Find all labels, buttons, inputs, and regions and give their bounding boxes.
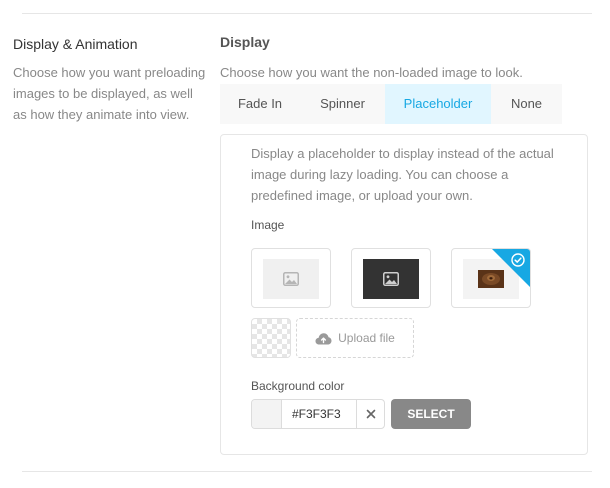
placeholder-option-custom[interactable] <box>451 248 531 308</box>
image-label: Image <box>251 218 285 232</box>
placeholder-description: Display a placeholder to display instead… <box>251 146 554 203</box>
image-icon <box>383 272 399 286</box>
check-icon <box>511 253 525 267</box>
close-icon <box>366 409 376 419</box>
tab-none[interactable]: None <box>491 84 562 124</box>
display-tabs: Fade In Spinner Placeholder None <box>220 84 562 124</box>
section-description: Choose how you want preloading images to… <box>13 65 206 122</box>
background-color-field: #F3F3F3 <box>251 399 385 429</box>
placeholder-option-light[interactable] <box>251 248 331 308</box>
display-description: Choose how you want the non-loaded image… <box>220 65 523 80</box>
upload-file-label: Upload file <box>338 331 395 345</box>
bottom-divider <box>22 471 592 472</box>
display-title: Display <box>220 34 270 50</box>
tab-spinner[interactable]: Spinner <box>300 84 385 124</box>
section-title: Display & Animation <box>13 36 138 52</box>
upload-file-button[interactable]: Upload file <box>296 318 414 358</box>
cloud-upload-icon <box>315 332 332 344</box>
color-swatch[interactable] <box>252 400 282 428</box>
tab-placeholder[interactable]: Placeholder <box>385 84 491 124</box>
image-icon <box>283 272 299 286</box>
image-preview-dark <box>363 259 419 299</box>
top-divider <box>22 13 592 14</box>
clear-color-button[interactable] <box>356 400 384 428</box>
placeholder-option-dark[interactable] <box>351 248 431 308</box>
transparent-option[interactable] <box>251 318 291 358</box>
tab-fade-in[interactable]: Fade In <box>220 84 300 124</box>
background-color-label: Background color <box>251 379 345 393</box>
select-color-button[interactable]: SELECT <box>391 399 471 429</box>
image-preview-light <box>263 259 319 299</box>
color-hex-value[interactable]: #F3F3F3 <box>292 400 341 428</box>
